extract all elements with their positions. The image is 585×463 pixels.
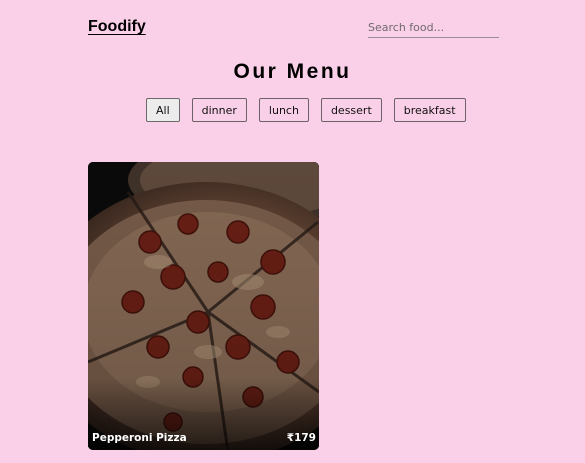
food-name: Pepperoni Pizza: [92, 432, 187, 444]
filter-button-breakfast[interactable]: breakfast: [393, 98, 466, 122]
filter-bar: All dinner lunch dessert breakfast: [146, 98, 466, 122]
logo-link[interactable]: Foodify: [88, 18, 146, 36]
pepperoni-pizza-image: [88, 162, 319, 450]
search-input[interactable]: [368, 18, 499, 38]
filter-button-dinner[interactable]: dinner: [191, 98, 247, 122]
filter-button-dessert[interactable]: dessert: [320, 98, 382, 122]
food-price: ₹179: [286, 432, 316, 444]
filter-button-all[interactable]: All: [146, 98, 180, 122]
page-title: Our Menu: [233, 60, 352, 83]
filter-button-lunch[interactable]: lunch: [258, 98, 309, 122]
food-card[interactable]: Pepperoni Pizza ₹179: [88, 162, 319, 450]
page: Foodify Our Menu All dinner lunch desser…: [0, 0, 585, 463]
